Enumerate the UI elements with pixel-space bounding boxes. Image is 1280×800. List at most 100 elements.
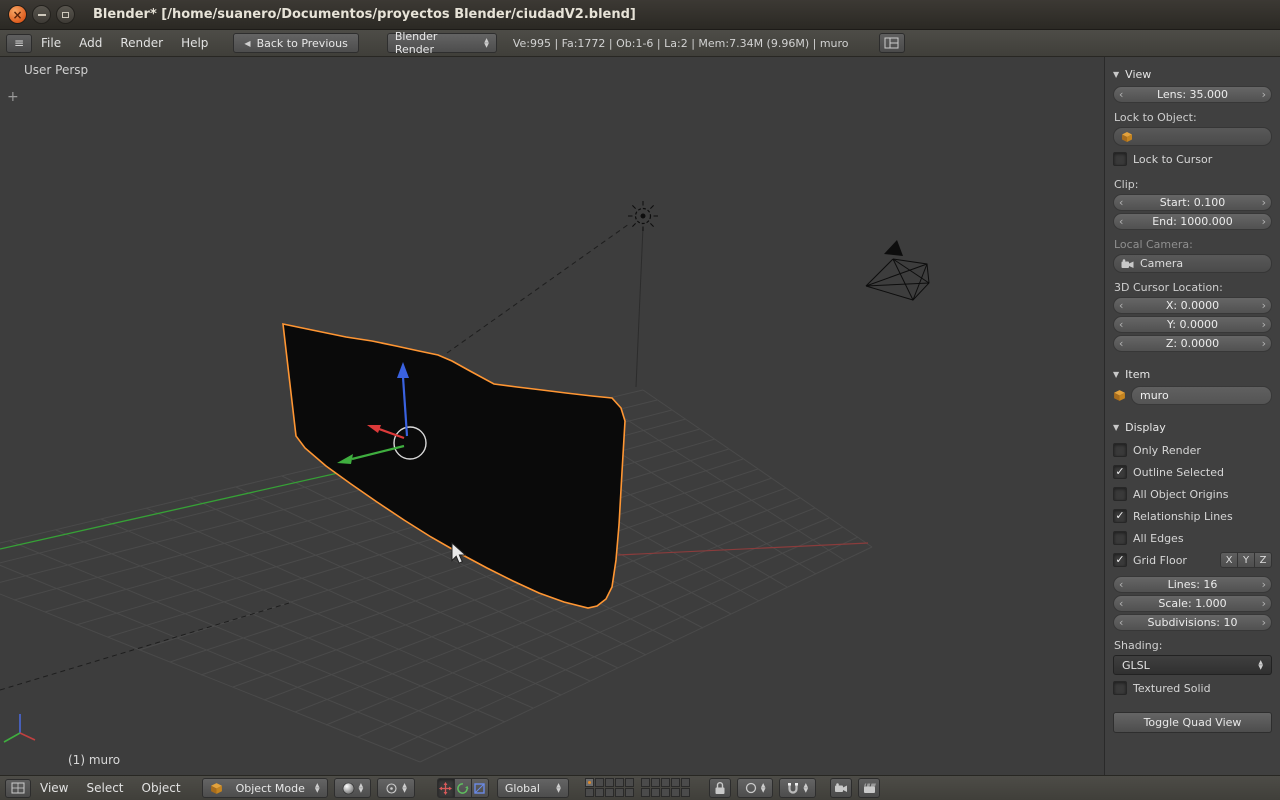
grid-scale-slider[interactable]: ‹ Scale: 1.000 › <box>1113 595 1272 612</box>
textured-solid-checkbox[interactable]: ✓ <box>1113 681 1127 695</box>
cursor-z-field[interactable]: ‹ Z: 0.0000 › <box>1113 335 1272 352</box>
menu-select[interactable]: Select <box>77 776 132 800</box>
slider-increment-icon[interactable]: › <box>1262 338 1266 349</box>
view-section-header[interactable]: ▼ View <box>1113 68 1272 81</box>
layer-toggle-18[interactable] <box>660 788 670 797</box>
relationship-lines-row[interactable]: ✓ Relationship Lines <box>1113 505 1272 527</box>
translate-icon <box>439 781 453 795</box>
lamp-object[interactable] <box>628 201 658 231</box>
layer-toggle-13[interactable] <box>604 788 614 797</box>
slider-increment-icon[interactable]: › <box>1262 598 1266 609</box>
lens-slider[interactable]: ‹ Lens: 35.000 › <box>1113 86 1272 103</box>
axis-z-toggle[interactable]: Z <box>1254 552 1272 568</box>
relationship-lines-checkbox[interactable]: ✓ <box>1113 509 1127 523</box>
axis-x-toggle[interactable]: X <box>1220 552 1238 568</box>
magnet-icon <box>788 782 799 794</box>
interaction-mode-dropdown[interactable]: Object Mode ▲ ▼ <box>201 778 328 798</box>
window-maximize-button[interactable] <box>56 5 75 24</box>
slider-increment-icon[interactable]: › <box>1262 579 1266 590</box>
editor-type-3dview-button[interactable] <box>5 778 31 798</box>
all-edges-checkbox[interactable]: ✓ <box>1113 531 1127 545</box>
clip-label: Clip: <box>1114 178 1139 191</box>
slider-increment-icon[interactable]: › <box>1262 617 1266 628</box>
textured-solid-row[interactable]: ✓ Textured Solid <box>1113 677 1272 699</box>
layer-toggle-2[interactable] <box>594 778 604 787</box>
item-section-header[interactable]: ▼ Item <box>1113 368 1272 381</box>
editor-type-info-button[interactable]: ≡ <box>6 33 32 53</box>
all-object-origins-row[interactable]: ✓ All Object Origins <box>1113 483 1272 505</box>
layer-toggle-5[interactable] <box>624 778 634 787</box>
window-close-button[interactable]: × <box>8 5 27 24</box>
lock-to-cursor-row[interactable]: ✓ Lock to Cursor <box>1113 148 1272 170</box>
shading-mode-dropdown[interactable]: GLSL ▲ ▼ <box>1113 655 1272 675</box>
proportional-edit-dropdown[interactable]: ▲ ▼ <box>736 778 774 798</box>
3d-viewport[interactable]: User Persp + (1) muro <box>0 57 1104 775</box>
layer-toggle-8[interactable] <box>660 778 670 787</box>
3d-view-editor-icon <box>11 782 25 794</box>
cursor-x-field[interactable]: ‹ X: 0.0000 › <box>1113 297 1272 314</box>
grid-floor-row[interactable]: ✓ Grid Floor X Y Z <box>1113 549 1272 571</box>
object-name-field[interactable]: muro <box>1131 386 1272 405</box>
layer-toggle-19[interactable] <box>670 788 680 797</box>
window-minimize-button[interactable] <box>32 5 51 24</box>
menu-view[interactable]: View <box>31 776 77 800</box>
all-edges-row[interactable]: ✓ All Edges <box>1113 527 1272 549</box>
lock-to-cursor-checkbox[interactable]: ✓ <box>1113 152 1127 166</box>
layer-toggle-6[interactable] <box>640 778 650 787</box>
layer-toggle-7[interactable] <box>650 778 660 787</box>
layer-toggle-3[interactable] <box>604 778 614 787</box>
outline-selected-checkbox[interactable]: ✓ <box>1113 465 1127 479</box>
slider-increment-icon[interactable]: › <box>1262 319 1266 330</box>
menu-file[interactable]: File <box>32 30 70 56</box>
slider-increment-icon[interactable]: › <box>1262 216 1266 227</box>
translate-manipulator-toggle[interactable] <box>436 778 455 798</box>
grid-subdivisions-slider[interactable]: ‹ Subdivisions: 10 › <box>1113 614 1272 631</box>
lock-to-object-field[interactable] <box>1113 127 1272 146</box>
opengl-render-animation-button[interactable] <box>858 778 881 798</box>
back-to-previous-button[interactable]: ◀ Back to Previous <box>233 33 359 53</box>
layer-toggle-20[interactable] <box>680 788 690 797</box>
layer-toggle-15[interactable] <box>624 788 634 797</box>
axis-y-toggle[interactable]: Y <box>1237 552 1255 568</box>
menu-object[interactable]: Object <box>133 776 190 800</box>
3d-view-header: View Select Object Object Mode ▲ ▼ ▲ ▼ ▲… <box>0 775 1280 800</box>
render-engine-dropdown[interactable]: Blender Render ▲ ▼ <box>386 30 497 56</box>
all-object-origins-checkbox[interactable]: ✓ <box>1113 487 1127 501</box>
layer-toggle-10[interactable] <box>680 778 690 787</box>
minimize-icon <box>37 13 46 16</box>
layer-toggle-1[interactable] <box>584 778 594 787</box>
layer-toggle-14[interactable] <box>614 788 624 797</box>
only-render-checkbox[interactable]: ✓ <box>1113 443 1127 457</box>
rotate-manipulator-toggle[interactable] <box>453 778 472 798</box>
clip-end-slider[interactable]: ‹ End: 1000.000 › <box>1113 213 1272 230</box>
layer-toggle-12[interactable] <box>594 788 604 797</box>
cursor-y-field[interactable]: ‹ Y: 0.0000 › <box>1113 316 1272 333</box>
layer-toggle-17[interactable] <box>650 788 660 797</box>
clip-start-slider[interactable]: ‹ Start: 0.100 › <box>1113 194 1272 211</box>
slider-increment-icon[interactable]: › <box>1262 197 1266 208</box>
slider-increment-icon[interactable]: › <box>1262 89 1266 100</box>
lock-to-scene-button[interactable] <box>708 778 731 798</box>
layer-toggle-11[interactable] <box>584 788 594 797</box>
pivot-point-dropdown[interactable]: ▲ ▼ <box>377 778 415 798</box>
scale-manipulator-toggle[interactable] <box>470 778 489 798</box>
layer-toggle-4[interactable] <box>614 778 624 787</box>
menu-render[interactable]: Render <box>111 30 172 56</box>
toggle-quad-view-button[interactable]: Toggle Quad View <box>1113 712 1272 733</box>
viewport-shading-dropdown[interactable]: ▲ ▼ <box>333 778 372 798</box>
grid-lines-slider[interactable]: ‹ Lines: 16 › <box>1113 576 1272 593</box>
layer-toggle-9[interactable] <box>670 778 680 787</box>
layer-toggle-16[interactable] <box>640 788 650 797</box>
display-section-header[interactable]: ▼ Display <box>1113 421 1272 434</box>
local-camera-field[interactable]: Camera <box>1113 254 1272 273</box>
only-render-row[interactable]: ✓ Only Render <box>1113 439 1272 461</box>
slider-increment-icon[interactable]: › <box>1262 300 1266 311</box>
transform-orientation-dropdown[interactable]: Global ▲ ▼ <box>496 778 569 798</box>
outline-selected-row[interactable]: ✓ Outline Selected <box>1113 461 1272 483</box>
grid-floor-checkbox[interactable]: ✓ <box>1113 553 1127 567</box>
screen-layout-button[interactable] <box>878 33 905 53</box>
opengl-render-image-button[interactable] <box>830 778 853 798</box>
menu-help[interactable]: Help <box>172 30 217 56</box>
snap-dropdown[interactable]: ▲ ▼ <box>779 778 817 798</box>
menu-add[interactable]: Add <box>70 30 111 56</box>
